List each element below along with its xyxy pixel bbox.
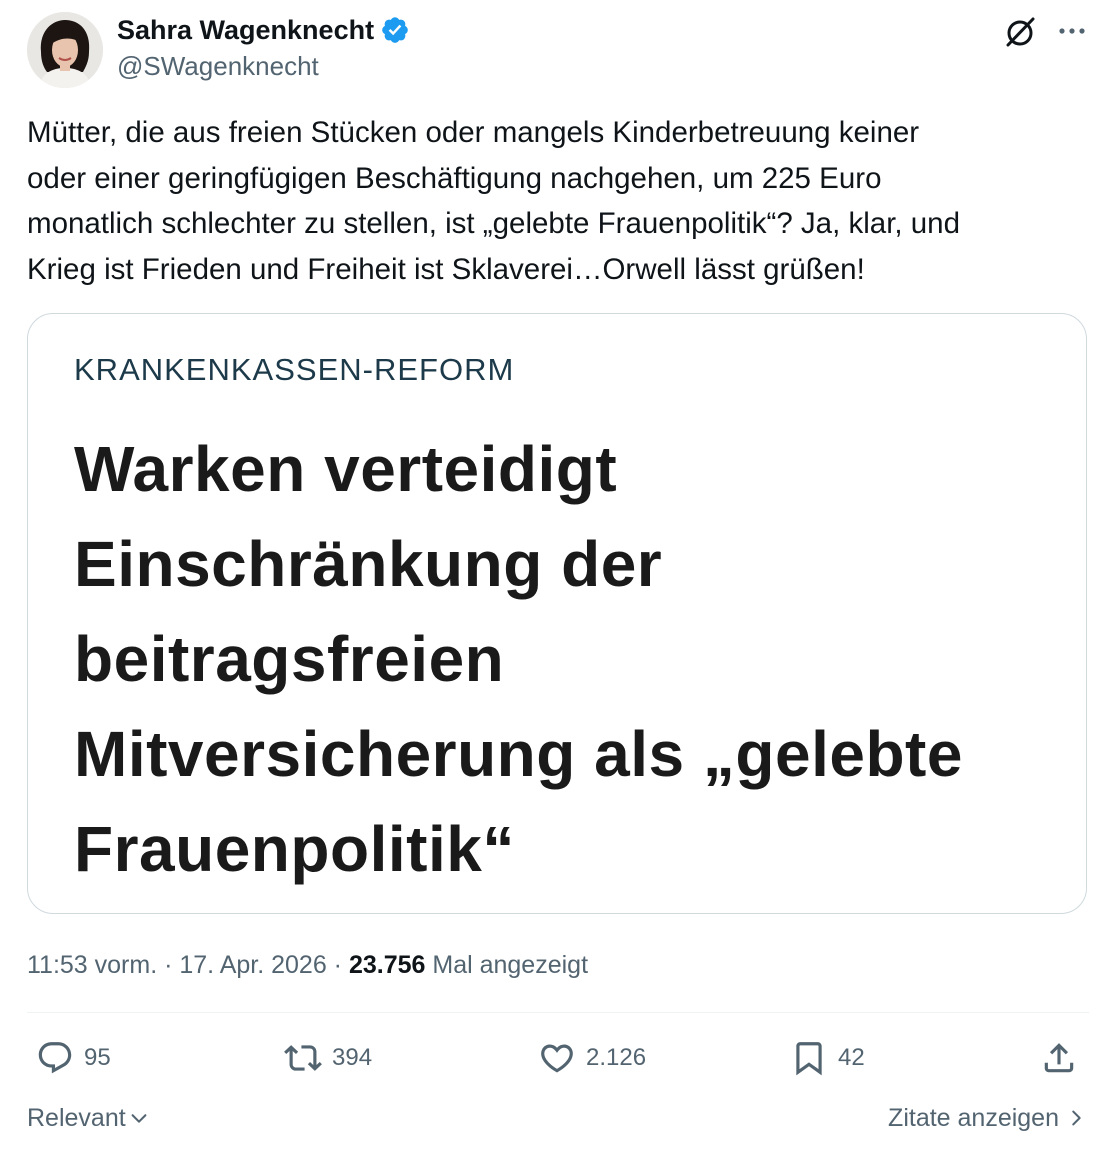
meta-separator: · — [157, 951, 180, 979]
sort-dropdown[interactable]: Relevant — [27, 1100, 150, 1136]
repost-count: 394 — [332, 1044, 373, 1071]
media-headline: Warken verteidigt Einschränkung der beit… — [74, 433, 963, 885]
views-count: 23.756 — [348, 951, 426, 979]
more-dots-icon[interactable] — [1055, 14, 1089, 48]
display-name[interactable]: Sahra Wagenknecht — [117, 14, 374, 46]
quotes-link[interactable]: Zitate anzeigen — [888, 1100, 1087, 1136]
meta-separator: · — [326, 951, 349, 979]
media-image[interactable]: KRANKENKASSEN-REFORM Warken verteidigt E… — [27, 313, 1087, 914]
heart-icon — [541, 1044, 573, 1073]
bookmark-button[interactable]: 42 — [790, 1038, 865, 1078]
reply-icon — [38, 1042, 72, 1074]
bookmark-count: 42 — [838, 1044, 865, 1071]
repost-icon — [284, 1045, 322, 1071]
share-button[interactable] — [1040, 1038, 1078, 1078]
verified-badge-icon — [382, 17, 408, 43]
name-row: Sahra Wagenknecht — [117, 14, 410, 46]
tweet-meta: 11:53 vorm. · 17. Apr. 2026 · 23.756 Mal… — [27, 948, 588, 982]
views-label: Mal angezeigt — [425, 951, 589, 979]
like-count: 2.126 — [586, 1044, 647, 1071]
like-button[interactable]: 2.126 — [538, 1038, 646, 1078]
author-handle[interactable]: @SWagenknecht — [117, 50, 319, 82]
tweet-time[interactable]: 11:53 vorm. — [27, 951, 157, 979]
reply-button[interactable]: 95 — [36, 1038, 111, 1078]
share-icon — [1044, 1043, 1074, 1073]
repost-button[interactable]: 394 — [284, 1038, 372, 1078]
bookmark-icon — [796, 1042, 822, 1076]
media-kicker: KRANKENKASSEN-REFORM — [74, 352, 515, 387]
tweet-date[interactable]: 17. Apr. 2026 — [179, 951, 326, 979]
tweet-header: Sahra Wagenknecht @SWagenknecht — [27, 12, 1092, 88]
sort-label: Relevant — [27, 1104, 126, 1132]
chevron-down-icon — [131, 1114, 147, 1123]
reply-count: 95 — [84, 1044, 111, 1071]
divider — [27, 1012, 1089, 1013]
avatar[interactable] — [27, 12, 103, 88]
quotes-label: Zitate anzeigen — [888, 1104, 1059, 1132]
chevron-right-icon — [1072, 1110, 1081, 1126]
tweet-text: Mütter, die aus freien Stücken oder mang… — [27, 116, 960, 286]
grok-icon[interactable] — [1002, 14, 1038, 50]
